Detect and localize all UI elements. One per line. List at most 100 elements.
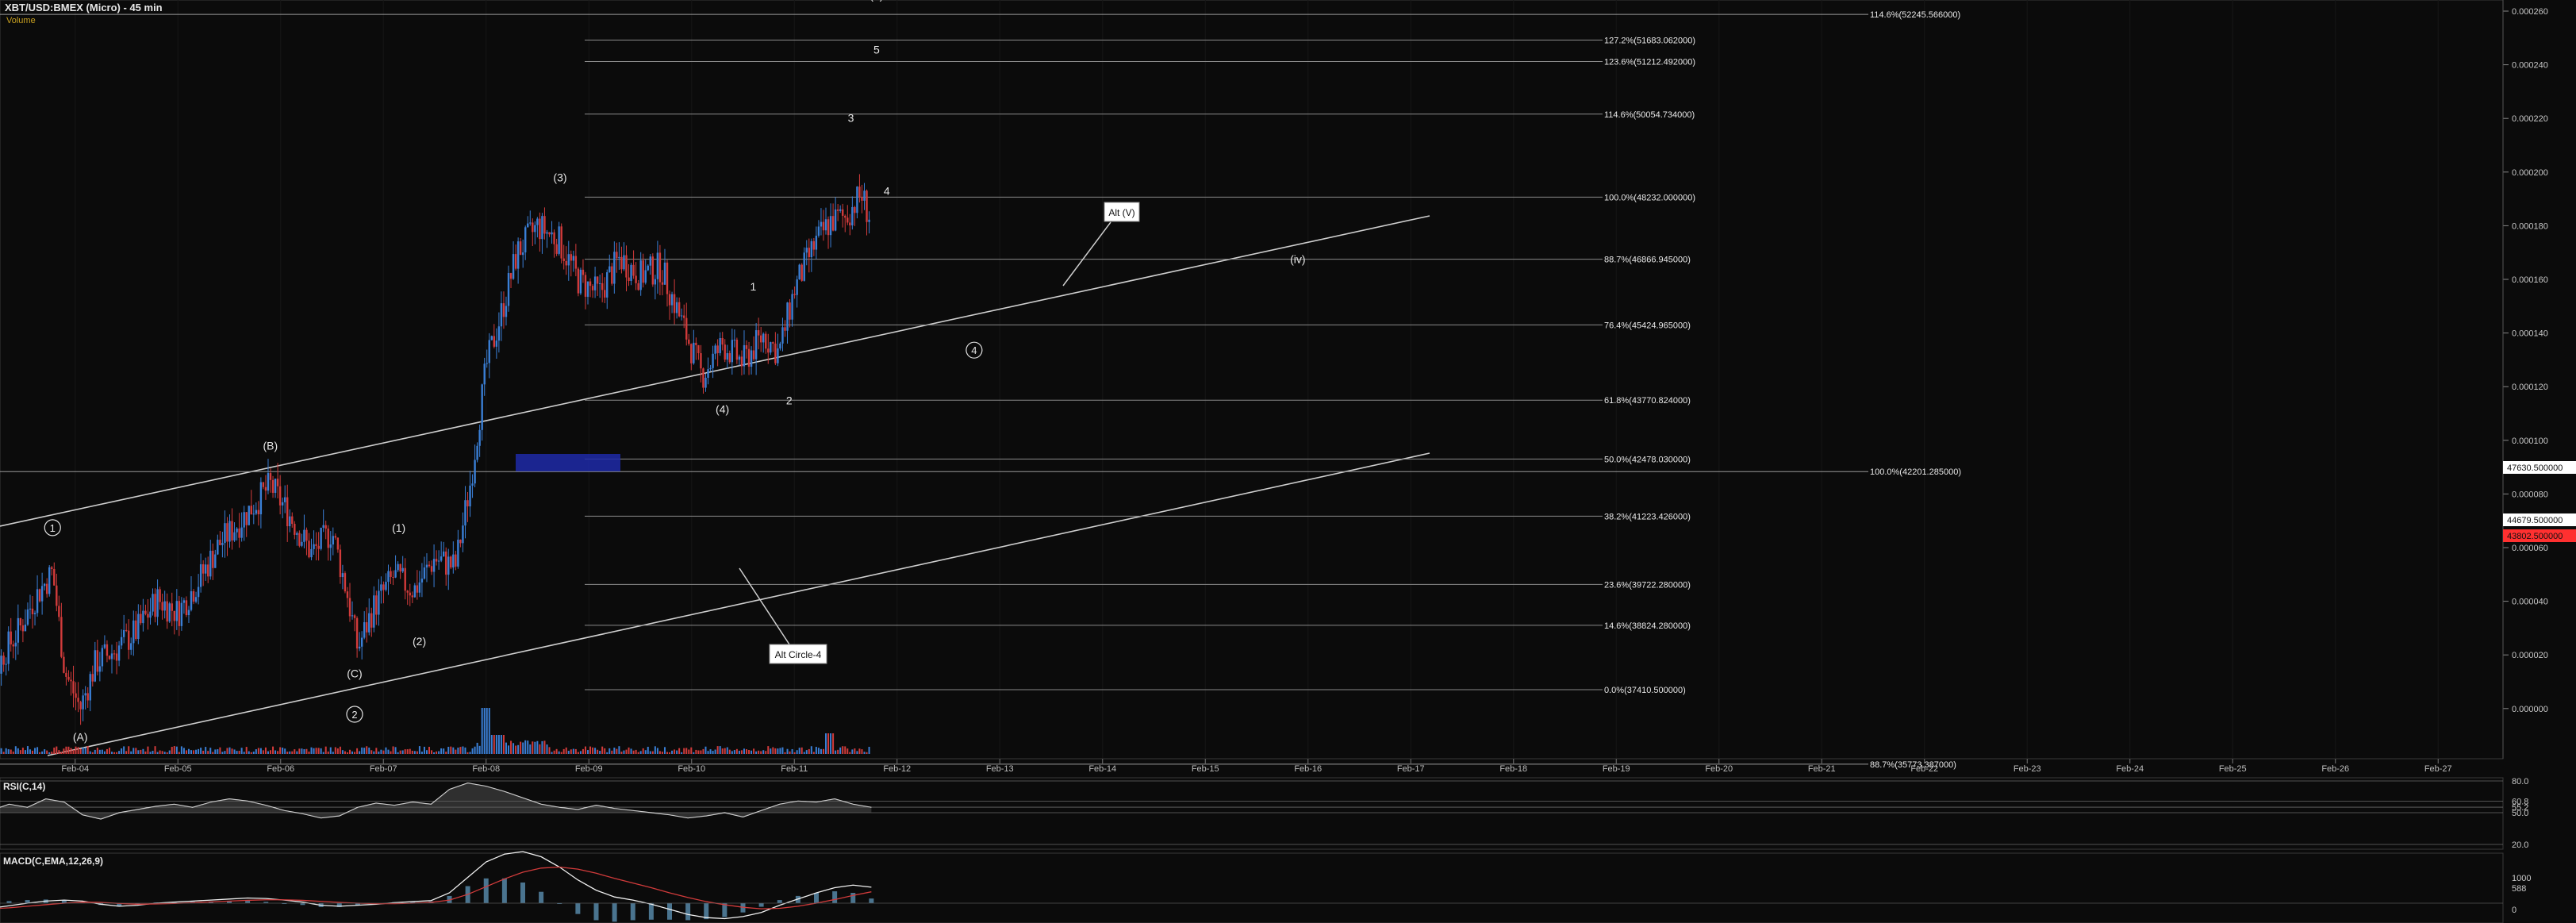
date-tick-label: Feb-19 bbox=[1603, 764, 1630, 774]
volume-bar bbox=[190, 750, 193, 754]
candle-body bbox=[161, 602, 163, 611]
candle-body bbox=[53, 568, 56, 586]
candle-body bbox=[416, 585, 419, 593]
candle-body bbox=[72, 681, 75, 694]
volume-bar bbox=[820, 748, 822, 754]
candle-body bbox=[56, 585, 58, 606]
candle-body bbox=[842, 209, 844, 216]
date-tick-label: Feb-06 bbox=[267, 764, 294, 774]
volume-bar bbox=[238, 751, 240, 754]
candle-body bbox=[471, 483, 474, 486]
volume-bar bbox=[488, 708, 490, 754]
volume-bar bbox=[589, 746, 592, 754]
candle-body bbox=[128, 630, 130, 650]
volume-bar bbox=[277, 751, 279, 754]
candle-body bbox=[355, 617, 359, 649]
fib-right-label: 100.0%(42201.285000) bbox=[1870, 467, 1961, 477]
wave-label: 5 bbox=[873, 44, 880, 56]
volume-bar bbox=[185, 750, 187, 754]
candle-body bbox=[428, 564, 431, 567]
wave-label: (1) bbox=[392, 521, 405, 534]
macd-hist-bar bbox=[575, 903, 581, 914]
volume-bar bbox=[259, 748, 262, 754]
candle-body bbox=[226, 523, 228, 542]
macd-hist-bar bbox=[777, 900, 782, 903]
candle-body bbox=[500, 303, 503, 327]
volume-bar bbox=[447, 746, 450, 754]
candle-body bbox=[289, 516, 291, 527]
candle-body bbox=[738, 356, 741, 360]
volume-bar bbox=[344, 751, 346, 754]
candle-body bbox=[623, 255, 625, 270]
candle-body bbox=[40, 586, 44, 602]
volume-bar bbox=[82, 747, 84, 754]
volume-bar bbox=[562, 748, 565, 754]
volume-bar bbox=[637, 752, 639, 754]
candle-body bbox=[187, 610, 190, 616]
volume-bar bbox=[240, 748, 243, 754]
volume-bar bbox=[577, 752, 579, 754]
macd-hist-bar bbox=[520, 883, 525, 903]
candle-body bbox=[536, 218, 539, 225]
volume-bar bbox=[274, 750, 277, 754]
volume-bar bbox=[193, 750, 195, 754]
candle-body bbox=[534, 225, 536, 233]
candle-body bbox=[152, 594, 154, 612]
volume-bar bbox=[505, 742, 507, 754]
candle-body bbox=[378, 590, 380, 615]
macd-hist-bar bbox=[814, 893, 819, 903]
fib-right-label: 114.6%(52245.566000) bbox=[1870, 10, 1960, 20]
volume-bar bbox=[474, 746, 476, 754]
candle-body bbox=[108, 656, 111, 660]
candle-body bbox=[810, 240, 813, 258]
volume-bar bbox=[658, 751, 661, 754]
candle-body bbox=[298, 533, 301, 546]
candle-body bbox=[276, 479, 279, 486]
volume-bar bbox=[41, 751, 44, 754]
volume-bar bbox=[209, 748, 212, 754]
candle-body bbox=[45, 583, 48, 594]
volume-bar bbox=[103, 751, 106, 754]
candle-body bbox=[800, 264, 803, 281]
volume-bar bbox=[366, 746, 368, 754]
candle-body bbox=[601, 283, 604, 290]
price-axis-label: 0.000020 bbox=[2512, 651, 2548, 660]
volume-bar bbox=[690, 747, 693, 754]
candle-body bbox=[844, 215, 847, 218]
volume-bar bbox=[56, 746, 58, 754]
candle-body bbox=[644, 270, 647, 283]
candle-body bbox=[368, 613, 370, 633]
candle-body bbox=[238, 528, 240, 538]
volume-bar bbox=[53, 747, 56, 754]
volume-bar bbox=[599, 751, 601, 754]
volume-bar bbox=[825, 733, 827, 754]
candle-body bbox=[182, 600, 186, 603]
volume-bar bbox=[579, 751, 582, 754]
volume-bar bbox=[370, 750, 373, 754]
volume-bar bbox=[121, 748, 123, 754]
macd-hist-bar bbox=[758, 903, 764, 907]
volume-bar bbox=[351, 751, 354, 754]
candle-body bbox=[649, 256, 651, 266]
price-axis-label: 0.000060 bbox=[2512, 544, 2548, 553]
candle-body bbox=[212, 550, 214, 568]
candle-body bbox=[308, 540, 310, 558]
volume-bar bbox=[574, 748, 577, 754]
macd-hist-bar bbox=[539, 891, 544, 903]
macd-hist-bar bbox=[483, 878, 489, 903]
date-tick-label: Feb-21 bbox=[1808, 764, 1836, 774]
macd-hist-bar bbox=[704, 903, 709, 920]
callout-alt-v-text: Alt (V) bbox=[1108, 207, 1134, 218]
candle-body bbox=[278, 486, 282, 506]
candle-body bbox=[673, 294, 676, 313]
candle-body bbox=[233, 532, 236, 541]
candle-body bbox=[36, 589, 39, 613]
volume-bar bbox=[719, 746, 721, 754]
candle-body bbox=[770, 342, 772, 353]
volume-bar bbox=[704, 746, 707, 754]
volume-bar bbox=[373, 751, 375, 754]
candle-body bbox=[358, 646, 361, 649]
volume-bar bbox=[361, 747, 363, 754]
volume-bar bbox=[546, 744, 548, 754]
candle-body bbox=[332, 536, 334, 545]
